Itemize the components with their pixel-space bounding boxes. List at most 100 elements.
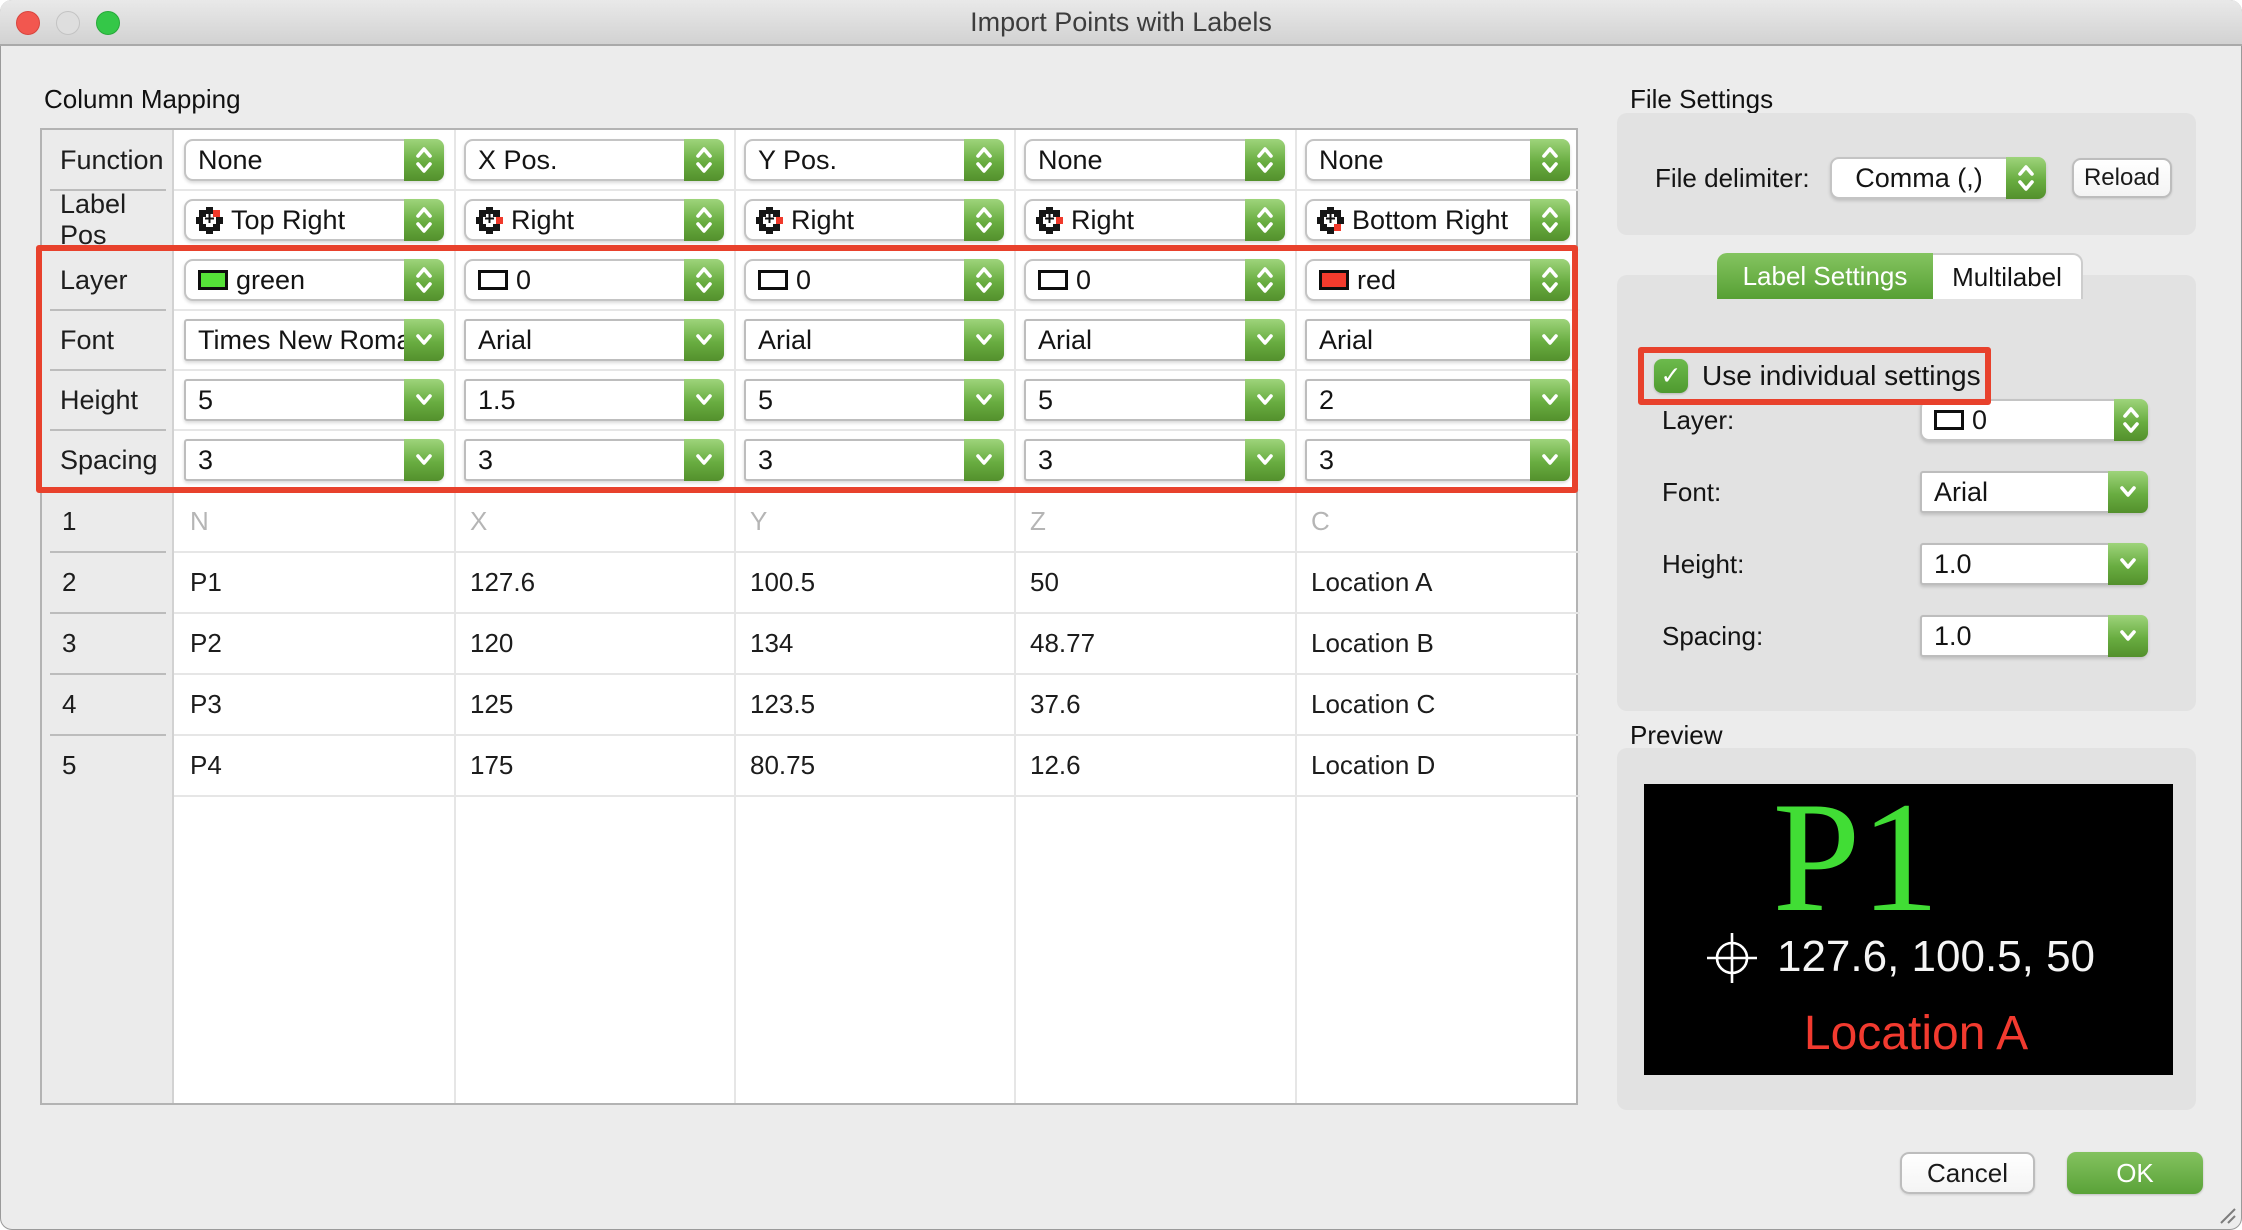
individual-font-select[interactable]: Arial <box>1920 471 2148 513</box>
cancel-button[interactable]: Cancel <box>1900 1152 2035 1194</box>
chevron-down-icon <box>2108 543 2148 585</box>
layer-select-col3[interactable]: 0 <box>744 259 1004 301</box>
spacing-select-col3[interactable]: 3 <box>744 439 1004 481</box>
stepper-arrows-icon <box>1245 139 1285 181</box>
ok-button[interactable]: OK <box>2067 1152 2203 1194</box>
label-pos-select-col1[interactable]: +Top Right <box>184 199 444 241</box>
value-label: 0 <box>1068 265 1245 296</box>
data-cell: 125 <box>470 674 730 735</box>
value-label: 1.0 <box>1922 549 2108 580</box>
individual-spacing-select[interactable]: 1.0 <box>1920 615 2148 657</box>
function-select-col3[interactable]: Y Pos. <box>744 139 1004 181</box>
layer-select-col1[interactable]: green <box>184 259 444 301</box>
data-cell: P1 <box>190 552 450 613</box>
stepper-arrows-icon <box>1530 199 1570 241</box>
tab-label-settings[interactable]: Label Settings <box>1717 253 1933 299</box>
data-cell: Location A <box>1311 552 1576 613</box>
grid-line-horizontal <box>174 429 1580 431</box>
row-label-height: Height <box>42 370 174 430</box>
value-label: Arial <box>1922 477 2108 508</box>
font-select-col2[interactable]: Arial <box>464 319 724 361</box>
data-cell: 127.6 <box>470 552 730 613</box>
label-pos-select-col4[interactable]: +Right <box>1024 199 1285 241</box>
grid-line-horizontal <box>174 369 1580 371</box>
value-label: green <box>228 265 404 296</box>
height-select-col4[interactable]: 5 <box>1024 379 1285 421</box>
value-label: 3 <box>466 445 684 476</box>
use-individual-settings-checkbox[interactable]: ✓ <box>1654 359 1688 393</box>
chevron-down-icon <box>964 379 1004 421</box>
label-pos-select-col5[interactable]: +Bottom Right <box>1305 199 1570 241</box>
value-label: 1.5 <box>466 385 684 416</box>
field-label-spacing: Spacing: <box>1662 615 1763 657</box>
file-delimiter-select[interactable]: Comma (,) <box>1830 157 2046 199</box>
layer-color-swatch <box>1038 270 1068 290</box>
spacing-select-col1[interactable]: 3 <box>184 439 444 481</box>
row-number: 5 <box>42 735 174 796</box>
label-pos-select-col2[interactable]: +Right <box>464 199 724 241</box>
height-select-col3[interactable]: 5 <box>744 379 1004 421</box>
row-divider <box>50 490 166 492</box>
value-label: 0 <box>788 265 964 296</box>
function-select-col2[interactable]: X Pos. <box>464 139 724 181</box>
chevron-down-icon <box>404 439 444 481</box>
preview-canvas: P1 127.6, 100.5, 50 Location A <box>1644 784 2173 1075</box>
value-label: Right <box>783 205 964 236</box>
grid-line-horizontal <box>174 309 1580 311</box>
right-position-icon: + <box>1036 207 1063 234</box>
grid-line-vertical <box>454 130 456 1103</box>
individual-layer-select[interactable]: 0 <box>1920 399 2148 441</box>
resize-grip-icon[interactable] <box>2216 1204 2236 1224</box>
font-select-col3[interactable]: Arial <box>744 319 1004 361</box>
stepper-arrows-icon <box>2006 157 2046 199</box>
row-label-layer: Layer <box>42 250 174 310</box>
individual-height-select[interactable]: 1.0 <box>1920 543 2148 585</box>
height-select-col5[interactable]: 2 <box>1305 379 1570 421</box>
chevron-down-icon <box>684 379 724 421</box>
preview-panel: P1 127.6, 100.5, 50 Location A <box>1617 748 2196 1110</box>
spacing-select-col2[interactable]: 3 <box>464 439 724 481</box>
row-divider <box>50 734 166 736</box>
height-select-col2[interactable]: 1.5 <box>464 379 724 421</box>
value-label: Right <box>503 205 684 236</box>
stepper-arrows-icon <box>404 139 444 181</box>
field-label-height: Height: <box>1662 543 1744 585</box>
function-select-col4[interactable]: None <box>1024 139 1285 181</box>
layer-select-col5[interactable]: red <box>1305 259 1570 301</box>
stepper-arrows-icon <box>1530 139 1570 181</box>
title-bar: Import Points with Labels <box>0 0 2242 46</box>
row-number: 3 <box>42 613 174 674</box>
spacing-select-col5[interactable]: 3 <box>1305 439 1570 481</box>
value-label: 5 <box>1026 385 1245 416</box>
height-select-col1[interactable]: 5 <box>184 379 444 421</box>
grid-line-horizontal <box>174 189 1580 191</box>
function-select-col5[interactable]: None <box>1305 139 1570 181</box>
label-pos-select-col3[interactable]: +Right <box>744 199 1004 241</box>
value-label: Right <box>1063 205 1245 236</box>
row-divider <box>50 612 166 614</box>
font-select-col5[interactable]: Arial <box>1305 319 1570 361</box>
layer-color-swatch <box>478 270 508 290</box>
reload-button[interactable]: Reload <box>2072 158 2172 198</box>
row-divider <box>50 249 166 251</box>
font-select-col1[interactable]: Times New Roman <box>184 319 444 361</box>
stepper-arrows-icon <box>684 259 724 301</box>
preview-location: Location A <box>1704 1008 2128 1060</box>
chevron-down-icon <box>1245 319 1285 361</box>
font-select-col4[interactable]: Arial <box>1024 319 1285 361</box>
stepper-arrows-icon <box>684 139 724 181</box>
row-label-spacing: Spacing <box>42 430 174 490</box>
value-label: None <box>1307 145 1530 176</box>
value-label: Times New Roman <box>186 325 404 356</box>
function-select-col1[interactable]: None <box>184 139 444 181</box>
field-label-layer: Layer: <box>1662 399 1734 441</box>
data-cell: Location B <box>1311 613 1576 674</box>
row-divider <box>50 551 166 553</box>
data-cell: Z <box>1030 491 1291 552</box>
layer-select-col2[interactable]: 0 <box>464 259 724 301</box>
window-title: Import Points with Labels <box>0 0 2242 44</box>
spacing-select-col4[interactable]: 3 <box>1024 439 1285 481</box>
tab-multilabel[interactable]: Multilabel <box>1933 253 2083 299</box>
layer-select-col4[interactable]: 0 <box>1024 259 1285 301</box>
data-cell: Location C <box>1311 674 1576 735</box>
